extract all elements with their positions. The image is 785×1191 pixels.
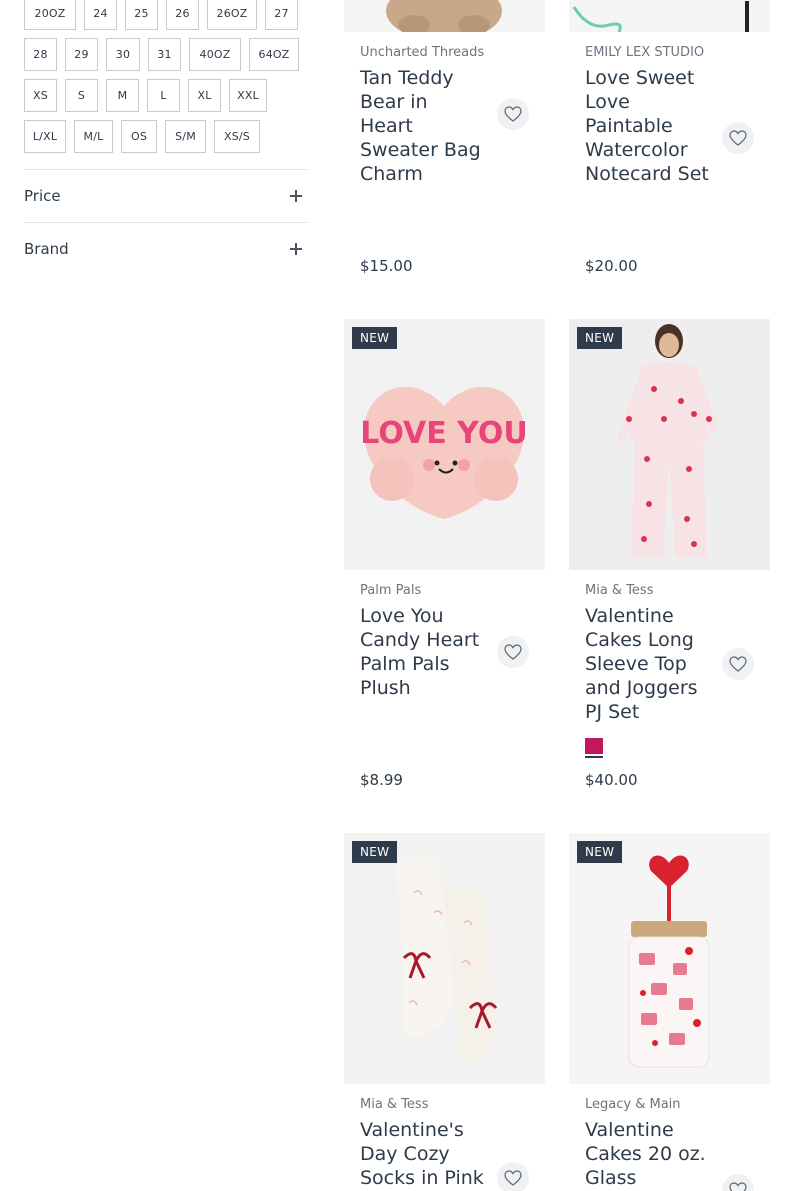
product-title[interactable]: Valentine Cakes Long Sleeve Top and Jogg… bbox=[585, 604, 711, 724]
size-chip[interactable]: XXL bbox=[229, 79, 267, 112]
heart-icon bbox=[504, 644, 522, 660]
heart-icon bbox=[729, 1182, 747, 1191]
new-badge: NEW bbox=[577, 327, 623, 349]
product-image[interactable]: LOVE YOU NEW bbox=[344, 319, 545, 570]
brand-facet[interactable]: Brand bbox=[24, 222, 308, 275]
size-chip[interactable]: 20OZ bbox=[24, 0, 76, 30]
brand-facet-label: Brand bbox=[24, 240, 69, 258]
product-title[interactable]: Valentine's Day Cozy Socks in Pink bbox=[360, 1118, 486, 1190]
product-card[interactable]: NEW Mia & Tess Valentine Cakes Long Slee… bbox=[569, 319, 770, 819]
product-title[interactable]: Love You Candy Heart Palm Pals Plush bbox=[360, 604, 486, 700]
size-chip[interactable]: 30 bbox=[106, 38, 140, 71]
product-image[interactable]: NEW bbox=[569, 833, 770, 1084]
heart-icon bbox=[729, 656, 747, 672]
size-chip[interactable]: 64OZ bbox=[249, 38, 299, 71]
plus-icon bbox=[290, 190, 302, 202]
size-chip[interactable]: L bbox=[147, 79, 180, 112]
size-chip[interactable]: XS bbox=[24, 79, 57, 112]
product-price: $8.99 bbox=[360, 771, 403, 789]
size-chip[interactable]: 31 bbox=[148, 38, 181, 71]
swatch-color bbox=[585, 738, 603, 754]
heart-icon bbox=[729, 130, 747, 146]
product-card[interactable]: EMILY LEX STUDIO Love Sweet Love Paintab… bbox=[569, 0, 770, 300]
size-row: 20OZ 24 25 26 26OZ 27 bbox=[24, 0, 314, 30]
size-chip[interactable]: OS bbox=[121, 120, 157, 153]
wishlist-button[interactable] bbox=[497, 98, 529, 130]
size-chip[interactable]: 24 bbox=[84, 0, 117, 30]
plus-icon bbox=[290, 243, 302, 255]
price-facet-label: Price bbox=[24, 187, 61, 205]
product-brand: Mia & Tess bbox=[360, 1097, 429, 1112]
size-chip[interactable]: 29 bbox=[65, 38, 98, 71]
product-title[interactable]: Tan Teddy Bear in Heart Sweater Bag Char… bbox=[360, 66, 486, 186]
product-price: $40.00 bbox=[585, 771, 638, 789]
new-badge: NEW bbox=[352, 841, 398, 863]
size-row: L/XL M/L OS S/M XS/S bbox=[24, 120, 314, 153]
size-chip[interactable]: 40OZ bbox=[189, 38, 241, 71]
product-card[interactable]: LOVE YOU NEW Palm Pals Love You Candy He… bbox=[344, 319, 545, 819]
price-facet[interactable]: Price bbox=[24, 169, 308, 222]
size-row: 28 29 30 31 40OZ 64OZ bbox=[24, 38, 314, 71]
product-card[interactable]: NEW Mia & Tess Valentine's Day Cozy Sock… bbox=[344, 833, 545, 1191]
wishlist-button[interactable] bbox=[497, 1162, 529, 1191]
plush-text: LOVE YOU bbox=[360, 416, 527, 451]
product-price: $20.00 bbox=[585, 257, 638, 275]
product-card[interactable]: Uncharted Threads Tan Teddy Bear in Hear… bbox=[344, 0, 545, 300]
size-chip[interactable]: 27 bbox=[265, 0, 298, 30]
size-chip[interactable]: 26 bbox=[166, 0, 199, 30]
swatch-selected-indicator bbox=[585, 756, 603, 758]
size-chip[interactable]: M/L bbox=[74, 120, 113, 153]
product-brand: EMILY LEX STUDIO bbox=[585, 45, 705, 60]
heart-icon bbox=[504, 106, 522, 122]
wishlist-button[interactable] bbox=[722, 1174, 754, 1191]
product-image[interactable]: NEW bbox=[344, 833, 545, 1084]
size-filter-grid: 20OZ 24 25 26 26OZ 27 28 29 30 31 40OZ 6… bbox=[24, 0, 314, 161]
size-chip[interactable]: 28 bbox=[24, 38, 57, 71]
size-chip[interactable]: XS/S bbox=[214, 120, 260, 153]
size-chip[interactable]: L/XL bbox=[24, 120, 66, 153]
wishlist-button[interactable] bbox=[722, 122, 754, 154]
size-chip[interactable]: S bbox=[65, 79, 98, 112]
product-image[interactable] bbox=[569, 0, 770, 32]
size-chip[interactable]: XL bbox=[188, 79, 221, 112]
wishlist-button[interactable] bbox=[722, 648, 754, 680]
wishlist-button[interactable] bbox=[497, 636, 529, 668]
plush-lettering: LOVE YOU bbox=[360, 416, 527, 451]
product-image[interactable]: NEW bbox=[569, 319, 770, 570]
product-brand: Palm Pals bbox=[360, 583, 422, 598]
heart-icon bbox=[504, 1170, 522, 1186]
size-chip[interactable]: M bbox=[106, 79, 139, 112]
product-card[interactable]: NEW Legacy & Main Valentine Cakes 20 oz.… bbox=[569, 833, 770, 1191]
product-image[interactable] bbox=[344, 0, 545, 32]
product-brand: Uncharted Threads bbox=[360, 45, 485, 60]
size-row: XS S M L XL XXL bbox=[24, 79, 314, 112]
size-chip[interactable]: 26OZ bbox=[207, 0, 257, 30]
size-chip[interactable]: S/M bbox=[165, 120, 206, 153]
product-price: $15.00 bbox=[360, 257, 413, 275]
product-brand: Legacy & Main bbox=[585, 1097, 681, 1112]
product-title[interactable]: Love Sweet Love Paintable Watercolor Not… bbox=[585, 66, 711, 186]
size-chip[interactable]: 25 bbox=[125, 0, 158, 30]
new-badge: NEW bbox=[577, 841, 623, 863]
product-brand: Mia & Tess bbox=[585, 583, 654, 598]
new-badge: NEW bbox=[352, 327, 398, 349]
color-swatch[interactable] bbox=[585, 738, 603, 758]
product-title[interactable]: Valentine Cakes 20 oz. Glass bbox=[585, 1118, 711, 1190]
